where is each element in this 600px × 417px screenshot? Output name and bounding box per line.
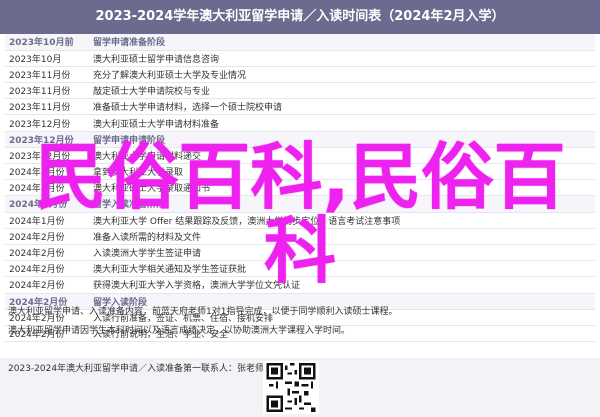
schedule-card: 2023-2024学年澳大利亚留学申请／入读时间表（2024年2月入学） 202…: [0, 0, 600, 417]
table-row: 2024年1月份 拿到澳大利亚大学录取: [5, 163, 595, 181]
table-row: 2024年1月份 澳大利亚大学 Offer 结果跟踪及反馈，澳洲大学初步定位，语言…: [5, 212, 595, 229]
month-cell: 2023年11月份: [5, 66, 89, 84]
phase-row: 2024年1月份 留学入读准备阶段: [5, 195, 595, 213]
table-row: 2023年11月份 准备硕士大学申请材料，选择一个硕士院校申请: [5, 98, 595, 116]
page-title: 2023-2024学年澳大利亚留学申请／入读时间表（2024年2月入学）: [0, 0, 600, 34]
month-cell: 2024年2月份: [5, 260, 89, 278]
table-row: 2024年2月份 入读澳洲大学学生签证申请: [5, 244, 595, 262]
task-cell: 澳大利亚大学相关通知及学生签证获批: [89, 260, 595, 278]
table-row: 2024年2月份 澳大利亚大学相关通知及学生签证获批: [5, 260, 595, 278]
task-cell: 拿到澳大利亚大学录取: [89, 163, 595, 181]
phase-row: 2023年10月前 留学申请准备阶段: [5, 34, 595, 51]
qr-code-icon[interactable]: [263, 361, 319, 414]
task-cell: 留学申请申请阶段: [89, 131, 595, 148]
month-cell: 2024年1月份: [5, 195, 89, 213]
note-line: 澳大利亚留学申请因学生本科时间以及语言成绩决定，以协助澳洲大学课程入学时间。: [8, 326, 351, 336]
task-cell: 充分了解澳大利亚硕士大学及专业情况: [89, 66, 595, 84]
month-cell: 2023年10月前: [5, 34, 89, 51]
task-cell: 获得澳大利亚大学入学资格，澳洲大学学位文凭认证: [89, 276, 595, 294]
table-row: 2023年12月份 澳大利亚硕士大学申请材料准备: [5, 114, 595, 132]
task-cell: 澳大利亚硕士大学申请材料准备: [89, 114, 595, 132]
task-cell: 入读澳洲大学学生签证申请: [89, 244, 595, 262]
table-row: 2024年2月份 获得澳大利亚大学入学资格，澳洲大学学位文凭认证: [5, 276, 595, 294]
task-cell: 留学入读准备阶段: [89, 195, 595, 213]
month-cell: 2024年2月份: [5, 244, 89, 262]
table-row: 2024年1月份 澳大利亚硕士大学录取通知书: [5, 179, 595, 197]
table-row: 2024年2月份 准备入读所需的材料及文件: [5, 228, 595, 245]
table-row: 2023年11月份 充分了解澳大利亚硕士大学及专业情况: [5, 66, 595, 84]
task-cell: 澳大利亚大学申请材料递交: [89, 147, 595, 165]
month-cell: 2024年1月份: [5, 212, 89, 229]
table-row: 2023年10月 澳大利亚硕士留学申请信息咨询: [5, 50, 595, 67]
footer-contact: 2023-2024年澳大利亚留学申请／入读准备第一联系人：张老师: [8, 364, 265, 374]
month-cell: 2023年10月: [5, 50, 89, 67]
month-cell: 2023年12月份: [5, 131, 89, 148]
footer: 2023-2024年澳大利亚留学申请／入读准备第一联系人：张老师: [0, 358, 600, 417]
month-cell: 2023年12月份: [5, 114, 89, 132]
month-cell: 2023年11月份: [5, 82, 89, 100]
task-cell: 留学申请准备阶段: [89, 34, 595, 51]
task-cell: 澳大利亚硕士大学录取通知书: [89, 179, 595, 197]
notes: 澳大利亚留学申请、入读准备内容，前蓝天府老师1对1指导完成，以便于同学顺利入读硕…: [8, 303, 593, 341]
note-line: 澳大利亚留学申请、入读准备内容，前蓝天府老师1对1指导完成，以便于同学顺利入读硕…: [8, 307, 398, 317]
table-row: 2023年12月份 澳大利亚大学申请材料递交: [5, 147, 595, 165]
month-cell: 2023年12月份: [5, 147, 89, 165]
task-cell: 准备硕士大学申请材料，选择一个硕士院校申请: [89, 98, 595, 116]
phase-row: 2023年12月份 留学申请申请阶段: [5, 131, 595, 148]
month-cell: 2024年1月份: [5, 163, 89, 181]
month-cell: 2023年11月份: [5, 98, 89, 116]
month-cell: 2024年1月份: [5, 179, 89, 197]
task-cell: 准备入读所需的材料及文件: [89, 228, 595, 245]
task-cell: 敲定硕士大学申请院校与专业: [89, 82, 595, 100]
table-row: 2023年11月份 敲定硕士大学申请院校与专业: [5, 82, 595, 100]
month-cell: 2024年2月份: [5, 276, 89, 294]
task-cell: 澳大利亚大学 Offer 结果跟踪及反馈，澳洲大学初步定位，语言考试注意事项: [89, 212, 595, 229]
month-cell: 2024年2月份: [5, 228, 89, 245]
task-cell: 澳大利亚硕士留学申请信息咨询: [89, 50, 595, 67]
schedule-table: 2023年10月前 留学申请准备阶段 2023年10月 澳大利亚硕士留学申请信息咨询 2…: [5, 34, 595, 343]
